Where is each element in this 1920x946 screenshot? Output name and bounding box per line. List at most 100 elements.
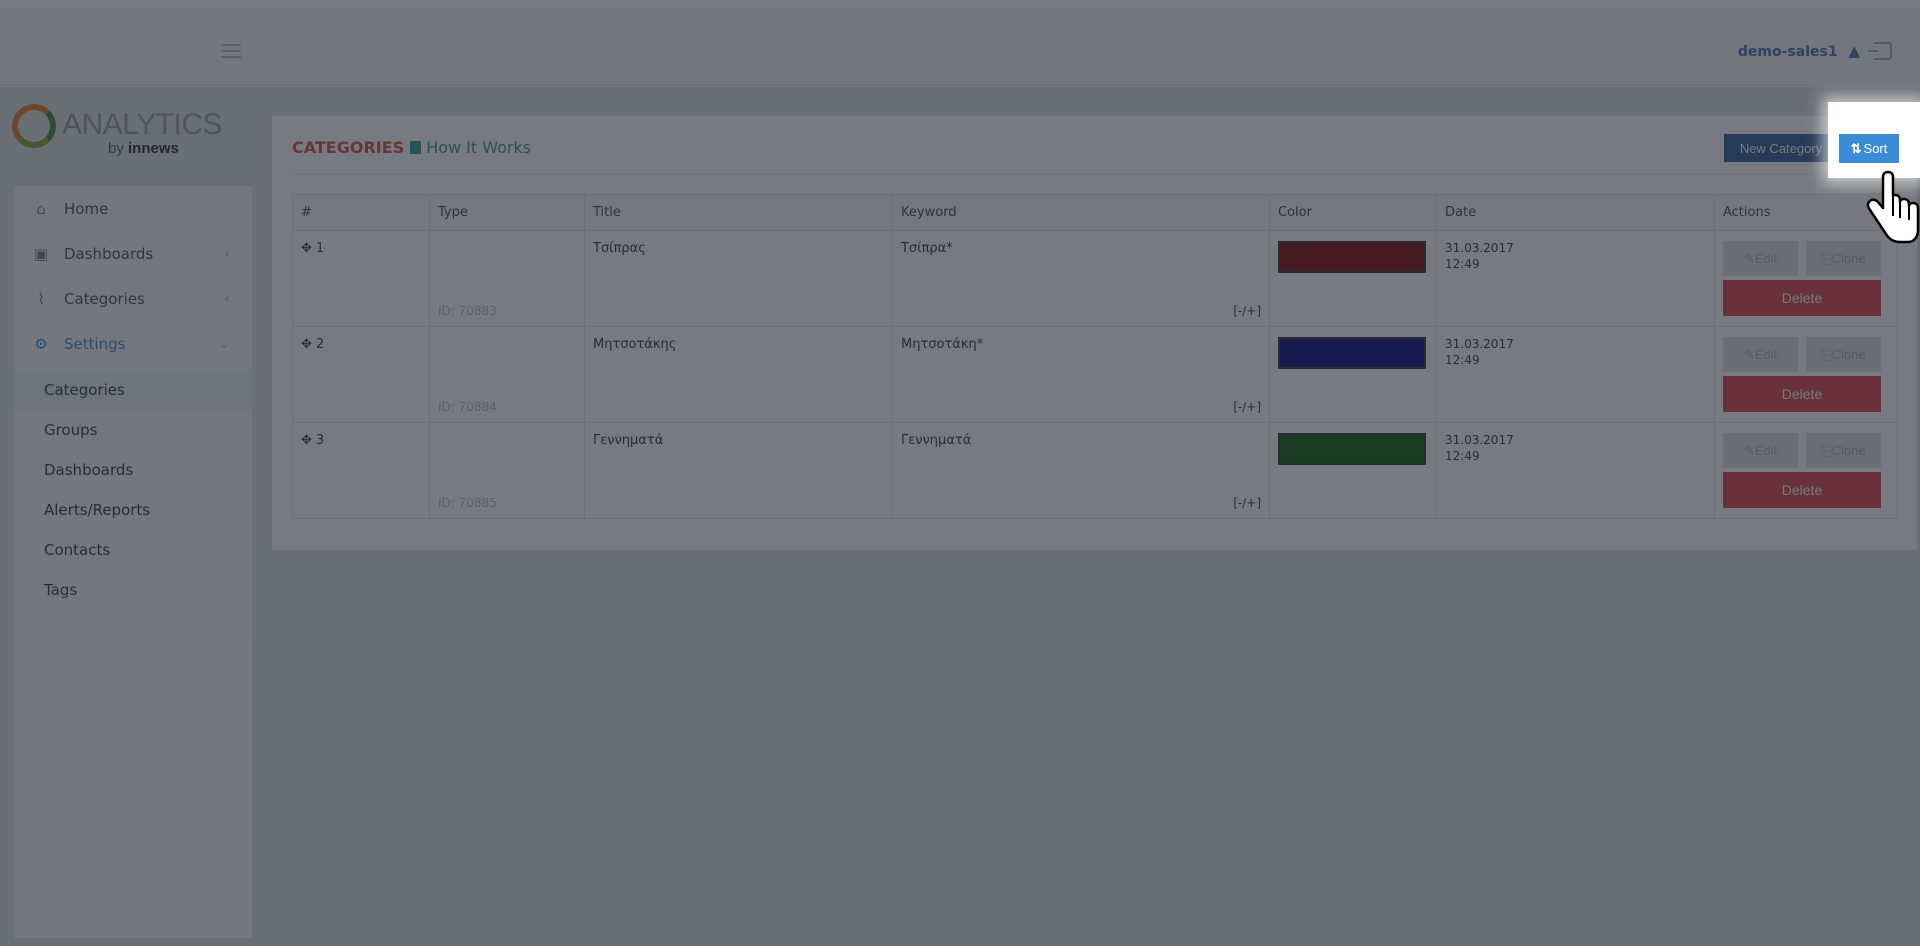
chevron-left-icon: ‹ — [224, 290, 230, 307]
category-id: ID: 70883 — [438, 304, 497, 318]
table-header-row: # Type Title Keyword Color Date Actions — [292, 194, 1898, 231]
move-icon[interactable]: ✥ — [301, 433, 312, 448]
clone-button[interactable]: ⎘ Clone — [1806, 433, 1881, 468]
date-cell: 31.03.2017 12:49 — [1436, 326, 1715, 423]
settings-subnav: Categories Groups Dashboards Alerts/Repo… — [14, 370, 252, 610]
logo-sub-prefix: by — [108, 140, 124, 157]
delete-button[interactable]: Delete — [1723, 376, 1881, 412]
header-divider — [292, 174, 1901, 175]
sort-icon: ⇅ — [1850, 140, 1862, 156]
category-id: ID: 70885 — [438, 496, 497, 510]
categories-table: # Type Title Keyword Color Date Actions … — [292, 194, 1898, 519]
type-cell: ID: 70884 — [429, 326, 585, 423]
color-swatch — [1278, 337, 1426, 369]
date-cell: 31.03.2017 12:49 — [1436, 422, 1715, 519]
username-label: demo-sales1 — [1737, 44, 1838, 60]
row-handle[interactable]: ✥ 1 — [292, 230, 430, 327]
panel-header: CATEGORIES How It Works — [292, 138, 531, 157]
clone-label: Clone — [1831, 443, 1866, 458]
clone-button[interactable]: ⎘ Clone — [1806, 337, 1881, 372]
keyword-text: Γεννηματά — [901, 433, 972, 448]
row-handle[interactable]: ✥ 2 — [292, 326, 430, 423]
delete-button[interactable]: Delete — [1723, 280, 1881, 316]
table-row: ✥ 2 ID: 70884 Μητσοτάκης Μητσοτάκη* [-/+] … — [292, 326, 1898, 423]
username-link[interactable]: demo-sales1 ▲ — [1738, 42, 1860, 60]
column-header: Date — [1436, 194, 1715, 231]
table-row: ✥ 3 ID: 70885 Γεννηματά Γεννηματά [-/+] 31… — [292, 422, 1898, 519]
actions-cell: ✎ Edit ⎘ Clone Delete — [1714, 326, 1898, 423]
sort-button[interactable]: ⇅ Sort — [1839, 134, 1899, 163]
paperclip-icon: ⌇ — [37, 289, 45, 308]
subnav-item-alerts-reports[interactable]: Alerts/Reports — [14, 490, 252, 530]
color-cell — [1269, 326, 1437, 423]
date-cell: 31.03.2017 12:49 — [1436, 230, 1715, 327]
keyword-cell: Γεννηματά [-/+] — [892, 422, 1270, 519]
logo-text: ANALYTICS — [62, 108, 223, 141]
hand-cursor-icon — [1866, 170, 1920, 244]
column-header: Color — [1269, 194, 1437, 231]
category-id: ID: 70884 — [438, 400, 497, 414]
edit-button[interactable]: ✎ Edit — [1723, 433, 1798, 468]
subnav-item-contacts[interactable]: Contacts — [14, 530, 252, 570]
clone-label: Clone — [1831, 347, 1866, 362]
delete-button[interactable]: Delete — [1723, 472, 1881, 508]
keyword-cell: Μητσοτάκη* [-/+] — [892, 326, 1270, 423]
sidebar-item-categories[interactable]: ⌇ Categories ‹ — [14, 276, 252, 321]
subnav-item-groups[interactable]: Groups — [14, 410, 252, 450]
top-bar: demo-sales1 ▲ — [0, 8, 1920, 86]
logo-sub-brand: innews — [128, 140, 179, 157]
column-header: Title — [584, 194, 893, 231]
title-cell: Γεννηματά — [584, 422, 893, 519]
how-it-works-link[interactable]: How It Works — [426, 138, 531, 157]
subnav-item-tags[interactable]: Tags — [14, 570, 252, 610]
time-text: 12:49 — [1445, 448, 1480, 463]
sidebar-item-label: Dashboards — [64, 244, 154, 263]
sidebar-item-home[interactable]: ⌂ Home — [14, 186, 252, 231]
keyword-cell: Τσίπρα* [-/+] — [892, 230, 1270, 327]
color-swatch — [1278, 241, 1426, 273]
sidebar-item-dashboards[interactable]: ▣ Dashboards ‹ — [14, 231, 252, 276]
row-handle[interactable]: ✥ 3 — [292, 422, 430, 519]
subnav-item-categories[interactable]: Categories — [14, 370, 252, 410]
color-cell — [1269, 422, 1437, 519]
actions-cell: ✎ Edit ⎘ Clone Delete — [1714, 422, 1898, 519]
move-icon[interactable]: ✥ — [301, 337, 312, 352]
logo-subtitle: by innews — [108, 140, 179, 157]
gear-icon: ⚙ — [34, 334, 48, 353]
type-cell: ID: 70885 — [429, 422, 585, 519]
edit-button[interactable]: ✎ Edit — [1723, 337, 1798, 372]
keyword-text: Τσίπρα* — [901, 241, 953, 256]
chevron-left-icon: ‹ — [224, 245, 230, 262]
hamburger-menu-icon[interactable] — [221, 44, 241, 58]
subnav-item-dashboards[interactable]: Dashboards — [14, 450, 252, 490]
sidebar-item-settings[interactable]: ⚙ Settings ⌄ — [14, 321, 252, 366]
color-swatch — [1278, 433, 1426, 465]
logo-ring-icon — [12, 104, 56, 148]
sort-label: Sort — [1863, 141, 1888, 156]
logout-icon[interactable] — [1868, 42, 1892, 60]
warning-icon: ▲ — [1848, 42, 1860, 60]
column-header: # — [292, 194, 430, 231]
edit-label: Edit — [1754, 443, 1778, 458]
expand-toggle[interactable]: [-/+] — [1233, 304, 1261, 318]
row-number: 3 — [315, 433, 325, 448]
title-cell: Τσίπρας — [584, 230, 893, 327]
keyword-text: Μητσοτάκη* — [901, 337, 984, 352]
new-category-button[interactable]: New Category — [1724, 134, 1838, 162]
row-number: 2 — [315, 337, 325, 352]
sidebar-item-label: Home — [64, 199, 109, 218]
edit-label: Edit — [1754, 347, 1778, 362]
app-logo[interactable]: ANALYTICS by innews — [12, 100, 223, 160]
expand-toggle[interactable]: [-/+] — [1233, 496, 1261, 510]
row-number: 1 — [315, 241, 325, 256]
date-text: 31.03.2017 — [1445, 337, 1514, 351]
chevron-down-icon: ⌄ — [218, 335, 230, 352]
sidebar-item-label: Categories — [64, 289, 145, 308]
edit-button[interactable]: ✎ Edit — [1723, 241, 1798, 276]
book-icon — [410, 141, 422, 154]
move-icon[interactable]: ✥ — [301, 241, 312, 256]
column-header: Type — [429, 194, 585, 231]
expand-toggle[interactable]: [-/+] — [1233, 400, 1261, 414]
sidebar: ⌂ Home ▣ Dashboards ‹ ⌇ Categories ‹ ⚙ S… — [14, 186, 252, 938]
page-title: CATEGORIES — [292, 138, 405, 157]
